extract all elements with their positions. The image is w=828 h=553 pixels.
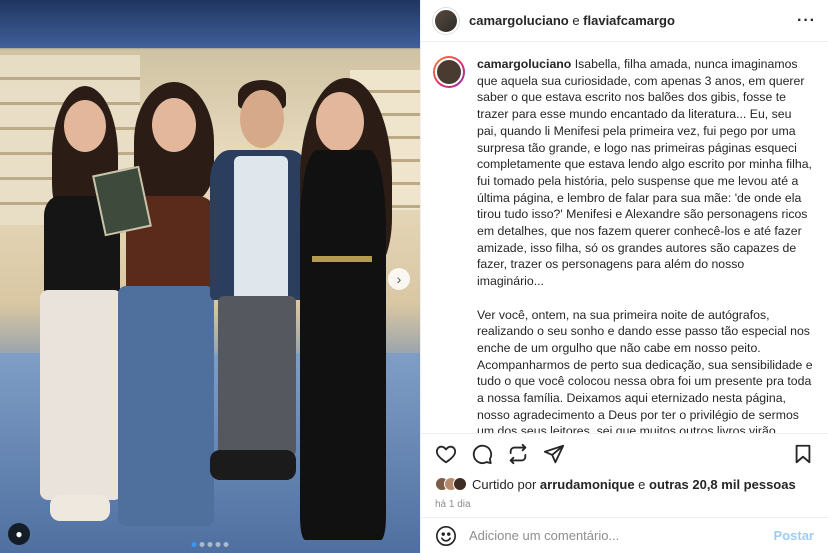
carousel-next-button[interactable]: › — [388, 268, 410, 290]
carousel-dot — [223, 542, 229, 547]
carousel-dot — [199, 542, 205, 547]
send-icon[interactable] — [543, 443, 565, 465]
person-2-face — [152, 98, 196, 152]
caption-username[interactable]: camargoluciano — [477, 57, 571, 71]
action-bar — [421, 433, 828, 473]
comment-bar: Postar — [421, 517, 828, 553]
header-usernames: camargoluciano e flaviafcamargo — [469, 13, 675, 28]
emoji-icon[interactable] — [435, 525, 457, 547]
likes-summary: Curtido por arrudamonique e outras 20,8 … — [421, 473, 828, 495]
header-user-2[interactable]: flaviafcamargo — [583, 13, 675, 28]
carousel-dot — [207, 542, 213, 547]
person-3-shoes — [210, 450, 296, 480]
caption-text: Isabella, filha amada, nunca imaginamos … — [477, 57, 813, 433]
post-time[interactable]: há 1 dia — [421, 495, 828, 517]
liker-avatar-3 — [453, 477, 467, 491]
comment-input[interactable] — [469, 528, 774, 543]
person-3-shirt — [234, 156, 288, 304]
more-horizontal-icon[interactable]: ··· — [797, 12, 816, 30]
heart-icon[interactable] — [435, 443, 457, 465]
caption: camargoluciano Isabella, filha amada, nu… — [477, 56, 814, 433]
comment-icon[interactable] — [471, 443, 493, 465]
caption-area: camargoluciano Isabella, filha amada, nu… — [421, 42, 828, 433]
person-3-face — [240, 90, 284, 148]
header-avatar[interactable] — [433, 7, 459, 34]
post-comment-button[interactable]: Postar — [774, 528, 814, 543]
likes-text: Curtido por arrudamonique e outras 20,8 … — [472, 477, 796, 492]
person-4-face — [316, 92, 364, 152]
person-2-jeans — [118, 286, 214, 526]
caption-avatar[interactable] — [433, 56, 465, 88]
photo-ceiling — [0, 0, 420, 48]
post-panel: camargoluciano e flaviafcamargo ··· cama… — [420, 0, 828, 553]
person-1-face — [64, 100, 106, 152]
likes-middle: e — [634, 476, 650, 492]
instagram-post: › ● camargoluciano e flaviafcamargo ··· … — [0, 0, 828, 553]
post-header: camargoluciano e flaviafcamargo ··· — [421, 0, 828, 42]
carousel-dot — [215, 542, 221, 547]
likes-prefix: Curtido por — [472, 476, 540, 492]
repost-icon[interactable] — [507, 443, 529, 465]
person-1-shoes — [50, 495, 110, 521]
tagged-users-icon[interactable]: ● — [8, 523, 30, 545]
person-1-pants — [40, 290, 122, 500]
header-user-1[interactable]: camargoluciano — [469, 13, 569, 28]
carousel-dot — [191, 542, 197, 547]
person-4-belt — [312, 256, 372, 262]
post-photo[interactable]: › ● — [0, 0, 420, 553]
person-3-pants — [218, 296, 296, 456]
person-4-dress — [300, 150, 386, 540]
bookmark-icon[interactable] — [792, 443, 814, 465]
carousel-indicator — [191, 542, 229, 547]
likes-user[interactable]: arrudamonique — [540, 477, 635, 492]
header-joiner: e — [568, 13, 584, 28]
likes-others[interactable]: outras 20,8 mil pessoas — [649, 477, 796, 492]
